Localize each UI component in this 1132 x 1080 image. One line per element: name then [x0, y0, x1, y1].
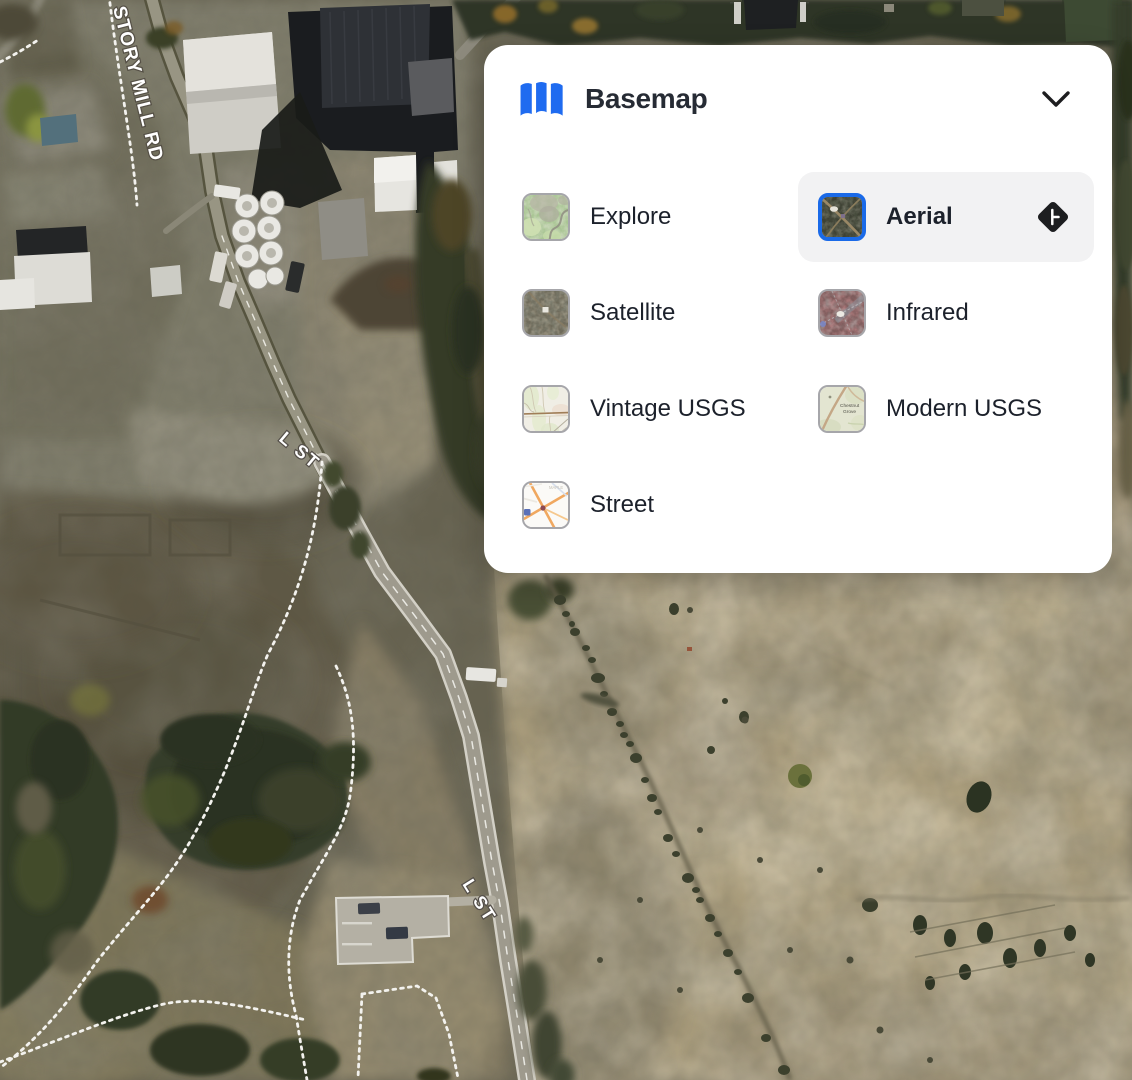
- svg-text:Grove: Grove: [843, 409, 856, 415]
- svg-text:MAPLE: MAPLE: [549, 485, 563, 490]
- svg-text:Chestnut: Chestnut: [840, 403, 860, 409]
